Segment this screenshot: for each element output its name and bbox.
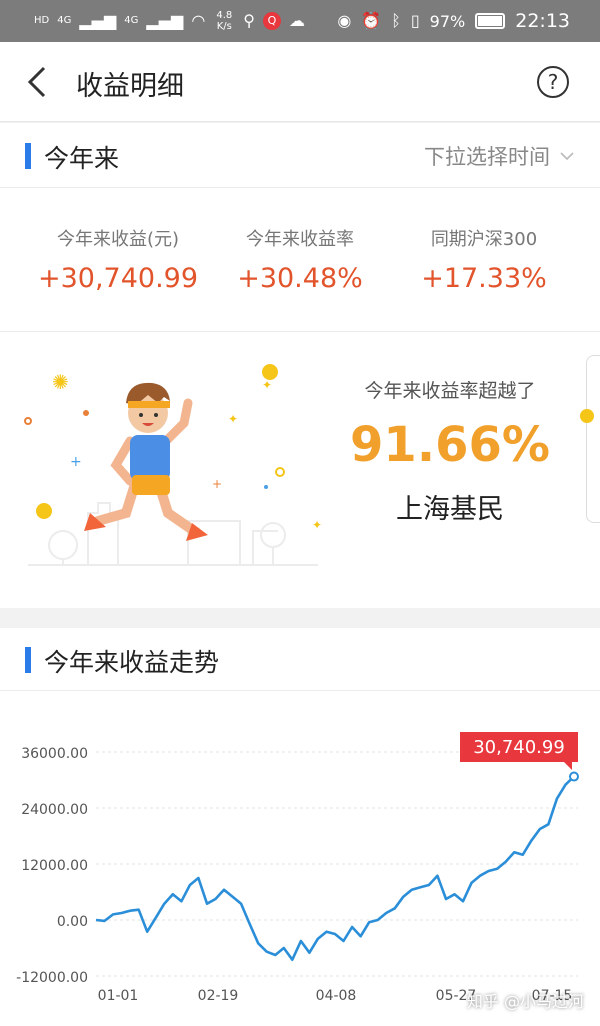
- series-line: [95, 775, 575, 961]
- question-icon: ?: [547, 70, 559, 94]
- section-accent-bar: [25, 647, 31, 673]
- watermark: 知乎 @小马过河: [466, 992, 584, 1011]
- stat-value: +30.48%: [237, 263, 363, 294]
- battery-icon: [475, 13, 506, 29]
- status-bar-left: HD 4G ▂▄▆ 4G ▂▄▆ ◠ 4.8 K/s ⚲ Q ☁: [34, 10, 305, 32]
- signal-icon-1: ▂▄▆: [79, 11, 117, 30]
- y-tick-label: 12000.00: [21, 858, 88, 874]
- rank-group: 上海基民: [396, 494, 504, 525]
- status-bar: HD 4G ▂▄▆ 4G ▂▄▆ ◠ 4.8 K/s ⚲ Q ☁ ◉ ⏰ ᛒ ▯…: [0, 0, 600, 42]
- status-bar-right: ◉ ⏰ ᛒ ▯ 97% 22:13: [337, 10, 570, 32]
- svg-text:+: +: [212, 477, 222, 491]
- divider: [0, 187, 600, 188]
- y-tick-label: 24000.00: [21, 802, 88, 818]
- stat-label: 今年来收益率: [246, 229, 354, 250]
- network-type-2: 4G: [124, 15, 139, 26]
- coin-icon: [580, 409, 594, 423]
- hd-indicator: HD: [34, 15, 50, 26]
- trend-card: 今年来收益走势 36000.00 24000.00 12000.00 0.00 -120…: [0, 628, 600, 1026]
- side-drawer-handle[interactable]: [586, 355, 600, 523]
- y-tick-label: 0.00: [57, 914, 88, 930]
- page-header: 收益明细 ?: [0, 42, 600, 122]
- network-speed: 4.8 K/s: [213, 10, 235, 32]
- back-button[interactable]: [22, 62, 58, 102]
- time-range-select-label: 下拉选择时间: [424, 145, 550, 169]
- network-speed-unit: K/s: [216, 21, 232, 32]
- stat-label: 同期沪深300: [430, 229, 538, 250]
- back-arrow-icon: [27, 66, 46, 98]
- value-callout-pointer: [564, 762, 572, 770]
- x-tick-label: 04-08: [316, 988, 357, 1004]
- rank-percent: 91.66%: [350, 417, 550, 473]
- wifi-icon: ◠: [191, 11, 206, 30]
- y-tick-label: 36000.00: [21, 746, 88, 762]
- alarm-icon: ⏰: [361, 11, 382, 30]
- running-man-illustration: ✺ + ✦ ✦ ✦ +: [24, 364, 322, 566]
- rank-caption: 今年来收益率超越了: [364, 380, 536, 402]
- page-title: 收益明细: [76, 71, 184, 102]
- network-speed-value: 4.8: [216, 10, 233, 21]
- svg-text:✦: ✦: [262, 378, 272, 392]
- summary-card: 今年来 下拉选择时间 今年来收益(元) +30,740.99 今年来收益率 +3…: [0, 123, 600, 608]
- divider: [0, 690, 600, 691]
- stat-benchmark-hs300: 同期沪深300 +17.33%: [384, 225, 584, 294]
- vibrate-icon: ▯: [410, 11, 420, 30]
- svg-text:✦: ✦: [312, 518, 322, 532]
- y-tick-label: -12000.00: [16, 970, 88, 986]
- stat-ytd-return-rate: 今年来收益率 +30.48%: [200, 225, 400, 294]
- cloud-icon: ☁: [289, 11, 306, 30]
- signal-icon-2: ▂▄▆: [146, 11, 184, 30]
- trend-section-title: 今年来收益走势: [44, 648, 220, 677]
- svg-text:✺: ✺: [52, 370, 69, 394]
- clock: 22:13: [515, 10, 570, 32]
- stat-ytd-income: 今年来收益(元) +30,740.99: [18, 225, 218, 294]
- help-button[interactable]: ?: [537, 66, 569, 98]
- stat-value: +17.33%: [421, 263, 547, 294]
- x-tick-label: 02-19: [198, 988, 239, 1004]
- stat-label: 今年来收益(元): [56, 229, 180, 250]
- data-point-end: [569, 771, 579, 782]
- divider: [0, 331, 600, 332]
- bluetooth-icon: ᛒ: [391, 11, 401, 30]
- x-tick-label: 01-01: [98, 988, 139, 1004]
- battery-percent: 97%: [429, 11, 466, 31]
- summary-section-title: 今年来: [44, 144, 120, 173]
- app-notification-icon: Q: [263, 12, 282, 30]
- value-callout-label: 30,740.99: [473, 737, 565, 758]
- section-accent-bar: [25, 143, 31, 169]
- network-type-1: 4G: [57, 15, 72, 26]
- eye-icon: ◉: [337, 11, 352, 30]
- time-range-select[interactable]: 下拉选择时间: [424, 141, 574, 171]
- chevron-down-icon: [560, 152, 574, 161]
- svg-text:+: +: [70, 454, 82, 470]
- stat-value: +30,740.99: [37, 263, 199, 294]
- svg-text:✦: ✦: [228, 412, 238, 426]
- search-icon: ⚲: [243, 11, 256, 30]
- income-trend-chart: 36000.00 24000.00 12000.00 0.00 -12000.00 01-…: [16, 732, 579, 1004]
